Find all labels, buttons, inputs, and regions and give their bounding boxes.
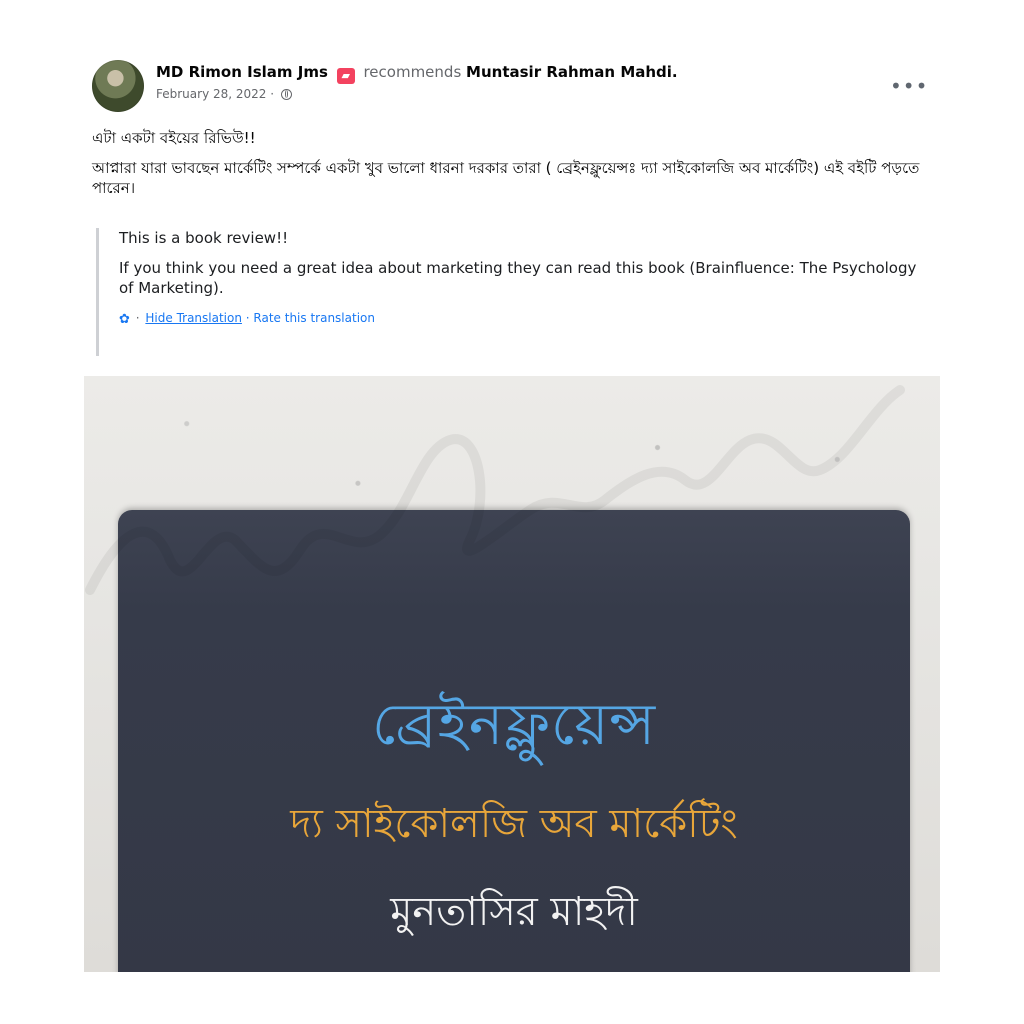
more-options-button[interactable]: ••• <box>890 76 928 96</box>
recommend-badge-icon: ▰ <box>336 68 355 84</box>
post-meta: February 28, 2022 · <box>156 87 292 101</box>
translation-line: If you think you need a great idea about… <box>119 259 917 297</box>
rate-translation-link[interactable]: · Rate this translation <box>246 311 375 325</box>
book-cover: ব্রেইনফ্লুয়েন্স দ্য সাইকোলজি অব মার্কেট… <box>118 510 910 972</box>
translation-line: This is a book review!! <box>119 229 289 247</box>
post-text-line: আপ্নারা যারা ভাবছেন মার্কেটিং সম্পর্কে এ… <box>92 159 920 197</box>
separator: · <box>135 311 140 325</box>
gear-icon[interactable]: ✿ <box>119 310 130 330</box>
author-line: MD Rimon Islam Jms ▰ recommends Muntasir… <box>156 63 678 84</box>
book-title: ব্রেইনফ্লুয়েন্স <box>371 690 657 758</box>
hide-translation-link[interactable]: Hide Translation <box>145 311 242 325</box>
globe-icon <box>280 89 292 100</box>
recommended-page-name[interactable]: Muntasir Rahman Mahdi. <box>466 63 678 81</box>
translation-block: This is a book review!! If you think you… <box>96 228 926 356</box>
post-date[interactable]: February 28, 2022 · <box>156 87 274 101</box>
post-text: এটা একটা বইয়ের রিভিউ!! আপ্নারা যারা ভাব… <box>92 128 932 208</box>
translation-controls: ✿ · Hide Translation · Rate this transla… <box>119 308 926 330</box>
post-header: MD Rimon Islam Jms ▰ recommends Muntasir… <box>92 60 932 116</box>
post-photo[interactable]: ব্রেইনফ্লুয়েন্স দ্য সাইকোলজি অব মার্কেট… <box>84 376 940 972</box>
book-author: মুনতাসির মাহদী <box>390 889 638 935</box>
avatar[interactable] <box>92 60 144 112</box>
book-subtitle: দ্য সাইকোলজি অব মার্কেটিং <box>290 801 738 847</box>
author-name[interactable]: MD Rimon Islam Jms <box>156 63 328 81</box>
post-text-line: এটা একটা বইয়ের রিভিউ!! <box>92 129 256 147</box>
recommends-text: recommends <box>363 63 462 81</box>
